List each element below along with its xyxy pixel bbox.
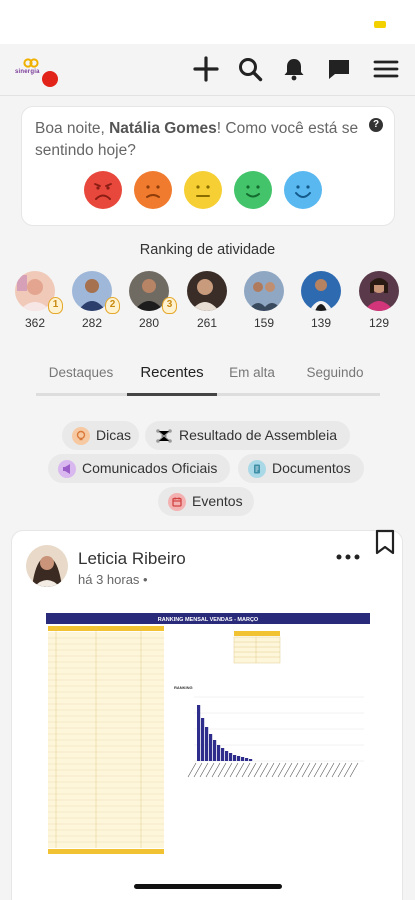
post-author-avatar[interactable] bbox=[26, 545, 68, 587]
ranking-user[interactable]: 139 bbox=[301, 271, 343, 331]
bell-icon[interactable] bbox=[280, 55, 308, 83]
tab-seguindo[interactable]: Seguindo bbox=[290, 362, 380, 396]
category-chip-documentos[interactable]: Documentos bbox=[238, 454, 364, 483]
tab-destaques[interactable]: Destaques bbox=[36, 362, 126, 396]
mood-sad-button[interactable] bbox=[134, 171, 172, 209]
post-image-title: RANKING MENSAL VENDAS - MARÇO bbox=[158, 617, 259, 623]
avatar bbox=[359, 271, 399, 311]
battery-icon bbox=[374, 21, 386, 28]
chip-label: Dicas bbox=[96, 427, 132, 443]
network-icon bbox=[155, 427, 173, 445]
ranking-user[interactable]: 2 282 bbox=[72, 271, 120, 331]
search-icon[interactable] bbox=[236, 55, 264, 83]
spreadsheet-table bbox=[48, 626, 164, 854]
tab-em-alta[interactable]: Em alta bbox=[218, 362, 286, 396]
mood-happy-button[interactable] bbox=[234, 171, 272, 209]
notification-dot bbox=[42, 71, 58, 87]
calendar-icon bbox=[168, 493, 186, 511]
silver-medal-icon: 2 bbox=[105, 297, 120, 314]
post-author-name[interactable]: Leticia Ribeiro bbox=[78, 549, 186, 569]
ranking-user[interactable]: 159 bbox=[244, 271, 286, 331]
greeting-prefix: Boa noite, bbox=[35, 120, 110, 137]
greeting-text: Boa noite, Natália Gomes! Como você está… bbox=[35, 118, 365, 162]
category-chip-dicas[interactable]: Dicas bbox=[62, 421, 139, 450]
bronze-medal-icon: 3 bbox=[162, 297, 177, 314]
logo-mark bbox=[23, 58, 39, 68]
document-icon bbox=[248, 460, 266, 478]
chip-label: Documentos bbox=[272, 460, 351, 476]
mood-very-sad-button[interactable] bbox=[84, 171, 122, 209]
logo-text: sinergia bbox=[15, 69, 40, 75]
category-chip-eventos[interactable]: Eventos bbox=[158, 487, 254, 516]
megaphone-icon bbox=[58, 460, 76, 478]
summary-table bbox=[233, 631, 281, 664]
ranking-user[interactable]: 261 bbox=[187, 271, 229, 331]
app-header: sinergia bbox=[0, 44, 415, 96]
chip-label: Comunicados Oficiais bbox=[82, 460, 218, 476]
help-icon[interactable]: ? bbox=[369, 118, 383, 132]
ranking-points: 139 bbox=[310, 316, 332, 330]
plus-icon[interactable] bbox=[192, 55, 220, 83]
avatar bbox=[301, 271, 341, 311]
greeting-name: Natália Gomes bbox=[109, 120, 217, 137]
mood-very-happy-button[interactable] bbox=[284, 171, 322, 209]
ranking-points: 362 bbox=[24, 316, 46, 330]
chat-icon[interactable] bbox=[325, 55, 353, 83]
post-timestamp: há 3 horas • bbox=[78, 572, 148, 587]
home-indicator bbox=[134, 884, 282, 889]
category-chip-resultado-de-assembleia[interactable]: Resultado de Assembleia bbox=[145, 421, 350, 450]
ranking-user[interactable]: 1 362 bbox=[15, 271, 63, 331]
feed-tabs: Destaques Recentes Em alta Seguindo bbox=[36, 362, 380, 396]
neutral-face-icon bbox=[184, 171, 222, 209]
mood-neutral-button[interactable] bbox=[184, 171, 222, 209]
ranking-points: 282 bbox=[81, 316, 103, 330]
ranking-user[interactable]: 3 280 bbox=[129, 271, 177, 331]
post-image[interactable]: RANKING MENSAL VENDAS - MARÇO RANKING bbox=[46, 613, 370, 859]
post-card: Leticia Ribeiro há 3 horas • RANKING MEN… bbox=[11, 529, 403, 900]
ranking-points: 159 bbox=[253, 316, 275, 330]
app-logo[interactable]: sinergia bbox=[15, 56, 61, 88]
ranking-points: 261 bbox=[196, 316, 218, 330]
ranking-user[interactable]: 129 bbox=[359, 271, 401, 331]
avatar bbox=[187, 271, 227, 311]
sad-face-icon bbox=[134, 171, 172, 209]
gold-medal-icon: 1 bbox=[48, 297, 63, 314]
very-happy-face-icon bbox=[284, 171, 322, 209]
lightbulb-icon bbox=[72, 427, 90, 445]
mood-card: Boa noite, Natália Gomes! Como você está… bbox=[21, 106, 395, 226]
chip-label: Resultado de Assembleia bbox=[179, 427, 337, 443]
chip-label: Eventos bbox=[192, 493, 243, 509]
tab-recentes[interactable]: Recentes bbox=[127, 362, 217, 396]
ranking-title: Ranking de atividade bbox=[139, 242, 276, 258]
happy-face-icon bbox=[234, 171, 272, 209]
more-options-icon[interactable] bbox=[336, 553, 360, 561]
ranking-points: 280 bbox=[138, 316, 160, 330]
category-chip-comunicados-oficiais[interactable]: Comunicados Oficiais bbox=[48, 454, 230, 483]
avatar bbox=[244, 271, 284, 311]
active-tab-indicator bbox=[127, 393, 217, 396]
ranking-points: 129 bbox=[368, 316, 390, 330]
bookmark-icon[interactable] bbox=[374, 529, 396, 555]
status-bar bbox=[0, 0, 415, 44]
post-image-chart-label: RANKING bbox=[174, 685, 193, 690]
very-sad-face-icon bbox=[84, 171, 122, 209]
menu-icon[interactable] bbox=[372, 55, 400, 83]
